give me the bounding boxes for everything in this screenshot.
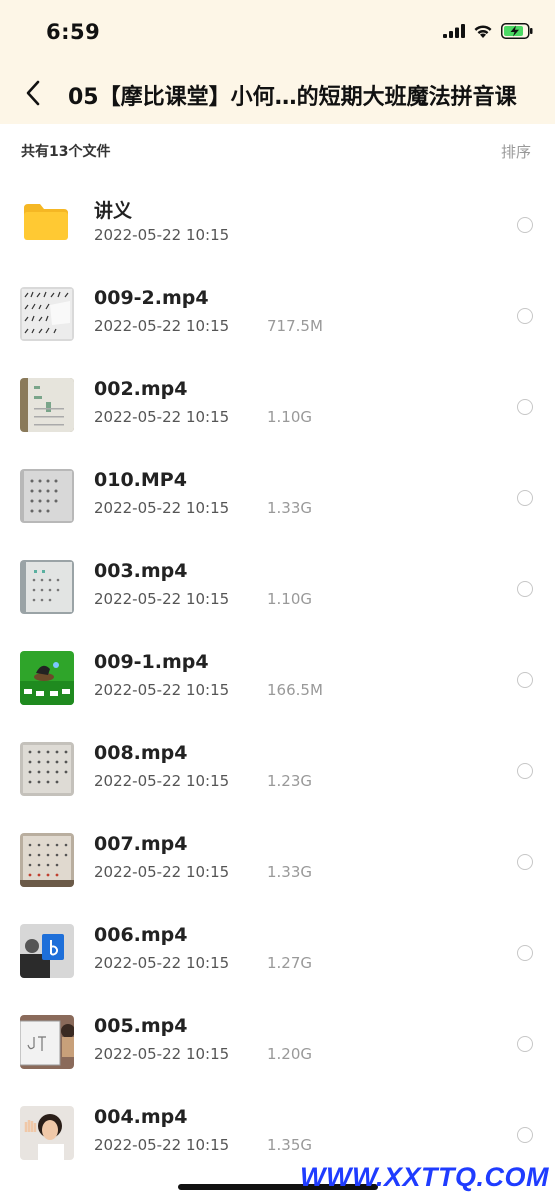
file-date: 2022-05-22 10:15	[94, 590, 230, 608]
list-item[interactable]: 009-1.mp4 2022-05-22 10:15 166.5M	[0, 631, 555, 722]
file-name: 009-1.mp4	[94, 651, 209, 673]
header-area: 6:59 05【摩比课堂】小何…的短期大班魔法拼音课	[0, 0, 555, 124]
video-thumbnail	[20, 742, 74, 796]
file-name: 007.mp4	[94, 833, 188, 855]
select-radio[interactable]	[517, 308, 533, 324]
select-radio[interactable]	[517, 763, 533, 779]
list-item[interactable]: 006.mp4 2022-05-22 10:15 1.27G	[0, 904, 555, 995]
file-count: 共有13个文件	[21, 144, 111, 160]
list-item[interactable]: 007.mp4 2022-05-22 10:15 1.33G	[0, 813, 555, 904]
file-date: 2022-05-22 10:15	[94, 863, 230, 881]
file-size: 166.5M	[267, 681, 323, 699]
file-date: 2022-05-22 10:15	[94, 954, 230, 972]
file-size: 1.10G	[267, 590, 313, 608]
file-name: 010.MP4	[94, 469, 187, 491]
chevron-left-icon	[26, 80, 40, 106]
file-date: 2022-05-22 10:15	[94, 1136, 230, 1154]
summary-row: 共有13个文件 排序	[0, 124, 555, 176]
file-date: 2022-05-22 10:15	[94, 408, 230, 426]
video-thumbnail	[20, 378, 74, 432]
back-button[interactable]	[18, 76, 48, 110]
signal-icon	[443, 24, 465, 38]
file-size: 1.10G	[267, 408, 313, 426]
video-thumbnail	[20, 287, 74, 341]
select-radio[interactable]	[517, 1036, 533, 1052]
file-name: 006.mp4	[94, 924, 188, 946]
select-radio[interactable]	[517, 1127, 533, 1143]
list-item[interactable]: 讲义 2022-05-22 10:15	[0, 176, 555, 267]
file-date: 2022-05-22 10:15	[94, 226, 230, 244]
video-thumbnail	[20, 560, 74, 614]
file-size: 1.23G	[267, 772, 313, 790]
file-date: 2022-05-22 10:15	[94, 499, 230, 517]
file-size: 1.20G	[267, 1045, 313, 1063]
video-thumbnail	[20, 833, 74, 887]
file-date: 2022-05-22 10:15	[94, 317, 230, 335]
video-thumbnail	[20, 651, 74, 705]
file-date: 2022-05-22 10:15	[94, 681, 230, 699]
select-radio[interactable]	[517, 672, 533, 688]
watermark-text: WWW.XXTTQ.COM	[300, 1162, 549, 1192]
file-size: 1.35G	[267, 1136, 313, 1154]
file-name: 005.mp4	[94, 1015, 188, 1037]
file-name: 008.mp4	[94, 742, 188, 764]
select-radio[interactable]	[517, 490, 533, 506]
list-item[interactable]: 005.mp4 2022-05-22 10:15 1.20G	[0, 995, 555, 1086]
sort-button[interactable]: 排序	[501, 141, 531, 162]
file-size: 1.27G	[267, 954, 313, 972]
list-item[interactable]: 002.mp4 2022-05-22 10:15 1.10G	[0, 358, 555, 449]
file-name: 004.mp4	[94, 1106, 188, 1128]
video-thumbnail	[20, 469, 74, 523]
wifi-icon	[474, 24, 492, 38]
video-thumbnail	[20, 1015, 74, 1069]
file-name: 讲义	[94, 200, 133, 222]
select-radio[interactable]	[517, 581, 533, 597]
list-item[interactable]: 009-2.mp4 2022-05-22 10:15 717.5M	[0, 267, 555, 358]
file-name: 002.mp4	[94, 378, 188, 400]
file-size: 1.33G	[267, 499, 313, 517]
list-item[interactable]: 010.MP4 2022-05-22 10:15 1.33G	[0, 449, 555, 540]
status-icons	[443, 23, 533, 39]
status-bar: 6:59	[0, 0, 555, 62]
select-radio[interactable]	[517, 217, 533, 233]
file-date: 2022-05-22 10:15	[94, 772, 230, 790]
file-date: 2022-05-22 10:15	[94, 1045, 230, 1063]
video-thumbnail	[20, 924, 74, 978]
folder-icon	[24, 204, 68, 240]
file-list: 讲义 2022-05-22 10:15 009-2.mp4 2022-05-22…	[0, 176, 555, 1177]
page-title: 05【摩比课堂】小何…的短期大班魔法拼音课	[68, 85, 517, 110]
select-radio[interactable]	[517, 854, 533, 870]
status-time: 6:59	[46, 20, 101, 44]
list-item[interactable]: 008.mp4 2022-05-22 10:15 1.23G	[0, 722, 555, 813]
video-thumbnail	[20, 1106, 74, 1160]
select-radio[interactable]	[517, 399, 533, 415]
file-name: 009-2.mp4	[94, 287, 209, 309]
select-radio[interactable]	[517, 945, 533, 961]
battery-charging-icon	[501, 23, 533, 39]
file-name: 003.mp4	[94, 560, 188, 582]
file-size: 1.33G	[267, 863, 313, 881]
nav-bar: 05【摩比课堂】小何…的短期大班魔法拼音课	[0, 62, 555, 124]
file-size: 717.5M	[267, 317, 323, 335]
list-item[interactable]: 003.mp4 2022-05-22 10:15 1.10G	[0, 540, 555, 631]
